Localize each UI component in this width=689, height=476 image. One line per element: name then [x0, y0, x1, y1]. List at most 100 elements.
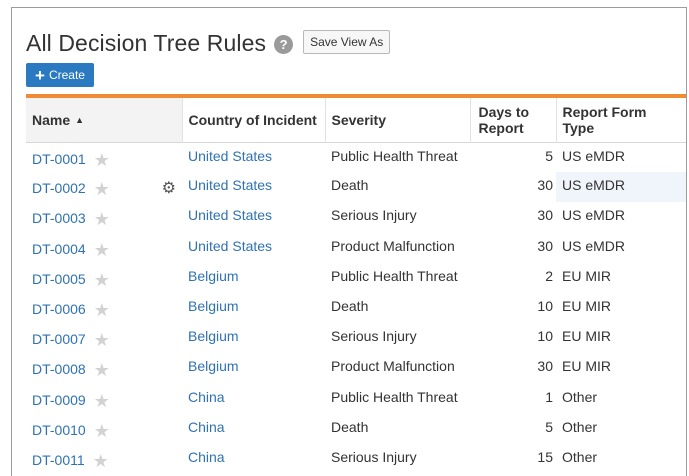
severity-cell: Death — [331, 177, 369, 194]
table-row[interactable]: DT-0009 ★ China Public Health Threat 1 Other — [26, 384, 686, 414]
country-link[interactable]: China — [188, 419, 225, 435]
rules-table: Name ▲ Country of Incident Severity Days … — [26, 98, 686, 474]
name-cell: DT-0008 ★ — [26, 353, 182, 383]
country-link[interactable]: Belgium — [188, 358, 239, 374]
severity-cell: Public Health Threat — [331, 388, 458, 405]
country-cell: Belgium — [182, 293, 325, 323]
country-link[interactable]: Belgium — [188, 298, 239, 314]
name-cell: DT-0006 ★ — [26, 293, 182, 323]
star-icon[interactable]: ★ — [94, 150, 110, 171]
days-cell: 30 — [537, 358, 553, 375]
country-link[interactable]: United States — [188, 238, 272, 254]
rule-name-link[interactable]: DT-0006 — [32, 301, 86, 317]
name-cell: DT-0009 ★ — [26, 384, 182, 414]
days-cell: 1 — [545, 388, 553, 405]
rule-name-link[interactable]: DT-0003 — [32, 210, 86, 226]
severity-cell: Serious Injury — [331, 448, 417, 465]
column-header-days[interactable]: Days to Report — [470, 98, 557, 142]
country-link[interactable]: United States — [188, 177, 272, 193]
severity-cell: Product Malfunction — [331, 237, 455, 254]
country-link[interactable]: China — [188, 389, 225, 405]
star-icon[interactable]: ★ — [94, 270, 110, 291]
country-link[interactable]: China — [188, 449, 225, 465]
sort-ascending-icon: ▲ — [75, 114, 85, 125]
severity-cell: Serious Injury — [331, 328, 417, 345]
form-cell: US eMDR — [562, 147, 626, 164]
name-cell: DT-0010 ★ — [26, 414, 182, 444]
table-row[interactable]: DT-0011 ★ China Serious Injury 15 Other — [26, 444, 686, 474]
country-link[interactable]: Belgium — [188, 268, 239, 284]
days-cell: 15 — [537, 448, 553, 465]
table-row[interactable]: DT-0002 ★ ⚙ United States Death 30 US eMDR — [26, 172, 686, 203]
form-cell: EU MIR — [562, 267, 611, 284]
table-row[interactable]: DT-0006 ★ Belgium Death 10 EU MIR — [26, 293, 686, 323]
column-header-country[interactable]: Country of Incident — [182, 98, 326, 142]
star-icon[interactable]: ★ — [93, 451, 109, 472]
title-row: All Decision Tree Rules ? Save View As — [26, 29, 391, 57]
country-cell: Belgium — [182, 323, 325, 353]
rule-name-link[interactable]: DT-0004 — [32, 241, 86, 257]
severity-cell: Serious Injury — [331, 207, 417, 224]
severity-cell: Public Health Threat — [331, 147, 458, 164]
form-cell: US eMDR — [556, 172, 686, 203]
rule-name-link[interactable]: DT-0002 — [32, 180, 86, 196]
table-row[interactable]: DT-0004 ★ United States Product Malfunction… — [26, 233, 686, 263]
table-row[interactable]: DT-0008 ★ Belgium Product Malfunction 30 EU M… — [26, 353, 686, 383]
country-link[interactable]: Belgium — [188, 328, 239, 344]
name-cell: DT-0011 ★ — [26, 444, 182, 474]
star-icon[interactable]: ★ — [94, 240, 110, 261]
star-icon[interactable]: ★ — [94, 209, 110, 230]
table-row[interactable]: DT-0003 ★ United States Serious Injury 30 US … — [26, 202, 686, 232]
star-icon[interactable]: ★ — [94, 360, 110, 381]
form-cell: Other — [562, 418, 598, 435]
plus-icon: + — [35, 65, 45, 85]
rules-table-container: Name ▲ Country of Incident Severity Days … — [26, 98, 686, 474]
country-link[interactable]: United States — [188, 207, 272, 223]
app-frame: All Decision Tree Rules ? Save View As +… — [11, 7, 687, 476]
star-icon[interactable]: ★ — [94, 330, 110, 351]
days-cell: 5 — [545, 418, 553, 435]
star-icon[interactable]: ★ — [94, 300, 110, 321]
rule-name-link[interactable]: DT-0010 — [32, 422, 86, 438]
column-header-name[interactable]: Name ▲ — [26, 98, 183, 142]
rule-name-link[interactable]: DT-0008 — [32, 361, 86, 377]
rule-name-link[interactable]: DT-0009 — [32, 392, 86, 408]
severity-cell: Death — [331, 297, 369, 314]
country-cell: Belgium — [182, 263, 325, 293]
name-cell: DT-0007 ★ — [26, 323, 182, 353]
rule-name-link[interactable]: DT-0001 — [32, 151, 86, 167]
severity-cell: Product Malfunction — [331, 358, 455, 375]
column-header-severity[interactable]: Severity — [325, 98, 471, 142]
days-cell: 10 — [537, 297, 553, 314]
table-body: DT-0001 ★ United States Public Health Threa… — [26, 142, 686, 474]
days-cell: 30 — [537, 237, 553, 254]
create-button-label: Create — [48, 68, 85, 82]
table-row[interactable]: DT-0010 ★ China Death 5 Other — [26, 414, 686, 444]
question-circle-icon[interactable]: ? — [274, 35, 294, 54]
form-cell: EU MIR — [562, 297, 611, 314]
table-row[interactable]: DT-0001 ★ United States Public Health Threa… — [26, 142, 686, 172]
star-icon[interactable]: ★ — [94, 421, 110, 442]
country-cell: China — [182, 414, 325, 444]
rule-name-link[interactable]: DT-0011 — [32, 452, 85, 468]
country-cell: United States — [182, 142, 325, 172]
form-cell: EU MIR — [562, 358, 611, 375]
form-cell: Other — [562, 388, 598, 405]
country-link[interactable]: United States — [188, 148, 272, 164]
form-cell: US eMDR — [562, 207, 626, 224]
name-cell: DT-0001 ★ — [26, 142, 182, 172]
rule-name-link[interactable]: DT-0007 — [32, 331, 86, 347]
table-row[interactable]: DT-0005 ★ Belgium Public Health Threat 2 EU M… — [26, 263, 686, 293]
form-cell: US eMDR — [562, 237, 626, 254]
save-view-as-button[interactable]: Save View As — [303, 29, 391, 54]
gear-icon[interactable]: ⚙ — [162, 178, 176, 198]
rule-name-link[interactable]: DT-0005 — [32, 271, 86, 287]
star-icon[interactable]: ★ — [94, 391, 110, 412]
country-cell: United States — [182, 172, 325, 202]
severity-cell: Death — [331, 418, 369, 435]
column-header-form[interactable]: Report Form Type — [556, 98, 686, 142]
table-row[interactable]: DT-0007 ★ Belgium Serious Injury 10 EU MIR — [26, 323, 686, 353]
star-icon[interactable]: ★ — [94, 179, 110, 200]
create-button[interactable]: + Create — [26, 63, 94, 87]
country-cell: United States — [182, 202, 325, 232]
